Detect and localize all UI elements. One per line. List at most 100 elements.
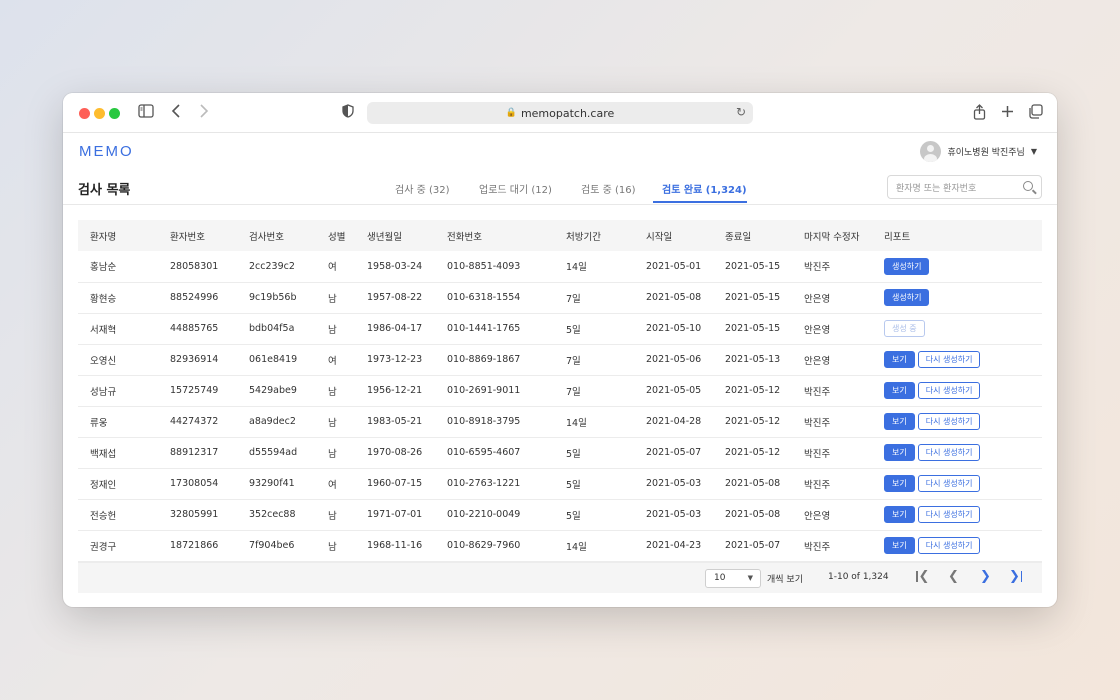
- cell-phone: 010-6318-1554: [447, 292, 521, 303]
- page-title: 검사 목록: [78, 183, 131, 198]
- active-tab-indicator: [653, 201, 747, 203]
- cell-phone: 010-1441-1765: [447, 323, 521, 334]
- tab-upload-pending[interactable]: 업로드 대기 (12): [479, 181, 552, 196]
- column-header: 환자번호: [170, 231, 205, 243]
- regenerate-report-button[interactable]: 다시 생성하기: [917, 537, 981, 554]
- cell-phone: 010-6595-4607: [447, 447, 521, 458]
- view-report-button[interactable]: 보기: [884, 537, 915, 554]
- browser-window: 🔒 memopatch.care ↻ MEMO 휴이노병원 박진주님 ▼ 검사 …: [63, 93, 1057, 607]
- tab-in-progress[interactable]: 검사 중 (32): [395, 181, 450, 196]
- rows-per-page-select[interactable]: 10 ▼: [705, 569, 761, 588]
- view-report-button[interactable]: 보기: [884, 413, 915, 430]
- table-row[interactable]: 성남규 15725749 5429abe9 남 1956-12-21 010-2691-9…: [78, 375, 1042, 406]
- cell-patient-id: 88912317: [170, 447, 219, 458]
- table-row[interactable]: 서재혁 44885765 bdb04f5a 남 1986-04-17 010-1441-1…: [78, 313, 1042, 344]
- cell-patient-name: 서재혁: [90, 324, 117, 336]
- cell-birth-date: 1973-12-23: [367, 354, 423, 365]
- address-bar[interactable]: 🔒 memopatch.care ↻: [367, 102, 753, 124]
- share-icon[interactable]: [973, 104, 986, 124]
- cell-last-editor: 박진주: [804, 417, 831, 429]
- cell-start-date: 2021-05-10: [646, 323, 702, 334]
- table-row[interactable]: 전승헌 32805991 352cec88 남 1971-07-01 010-2210-0…: [78, 499, 1042, 530]
- regenerate-report-button[interactable]: 다시 생성하기: [917, 506, 981, 523]
- chevron-down-icon: ▼: [747, 574, 753, 582]
- cell-patient-name: 백재섭: [90, 448, 117, 460]
- view-report-button[interactable]: 보기: [884, 382, 915, 399]
- zoom-window-button[interactable]: [109, 108, 120, 119]
- view-report-button[interactable]: 보기: [884, 506, 915, 523]
- last-page-icon[interactable]: ❯: [1009, 569, 1023, 585]
- rows-per-page-value: 10: [714, 573, 726, 583]
- view-report-button[interactable]: 보기: [884, 475, 915, 492]
- view-report-button[interactable]: 보기: [884, 444, 915, 461]
- cell-exam-id: 93290f41: [249, 478, 295, 489]
- user-menu[interactable]: 휴이노병원 박진주님 ▼: [920, 141, 1037, 162]
- new-tab-icon[interactable]: [1001, 104, 1014, 122]
- table-row[interactable]: 권경구 18721866 7f904be6 남 1968-11-16 010-8629-7…: [78, 530, 1042, 561]
- table-row[interactable]: 정재인 17308054 93290f41 여 1960-07-15 010-2763-1…: [78, 468, 1042, 499]
- regenerate-report-button[interactable]: 다시 생성하기: [917, 382, 981, 399]
- table-row[interactable]: 황현승 88524996 9c19b56b 남 1957-08-22 010-6318-1…: [78, 282, 1042, 313]
- cell-report: 보기 다시 생성하기: [872, 344, 1042, 375]
- table-row[interactable]: 오영신 82936914 061e8419 여 1973-12-23 010-8869-1…: [78, 344, 1042, 375]
- forward-icon[interactable]: [199, 104, 209, 122]
- cell-end-date: 2021-05-12: [725, 447, 781, 458]
- cell-last-editor: 박진주: [804, 541, 831, 553]
- first-page-icon[interactable]: ❮: [916, 569, 929, 585]
- cell-report: 보기 다시 생성하기: [872, 375, 1042, 406]
- column-header: 검사번호: [249, 231, 284, 243]
- previous-page-icon[interactable]: ❮: [948, 569, 959, 585]
- cell-patient-id: 28058301: [170, 260, 219, 272]
- sidebar-toggle-icon[interactable]: [138, 104, 154, 122]
- table-row[interactable]: 류웅 44274372 a8a9dec2 남 1983-05-21 010-8918-37…: [78, 406, 1042, 437]
- regenerate-report-button[interactable]: 다시 생성하기: [917, 475, 981, 492]
- regenerate-report-button[interactable]: 다시 생성하기: [917, 444, 981, 461]
- minimize-window-button[interactable]: [94, 108, 105, 119]
- table-row[interactable]: 홍남순 28058301 2cc239c2 여 1958-03-24 010-8851-4…: [78, 251, 1042, 282]
- search-input[interactable]: [896, 178, 1016, 200]
- create-report-button[interactable]: 생성하기: [884, 289, 930, 306]
- table-row[interactable]: 백재섭 88912317 d55594ad 남 1970-08-26 010-6595-4…: [78, 437, 1042, 468]
- cell-patient-id: 82936914: [170, 354, 219, 365]
- table-body: 홍남순 28058301 2cc239c2 여 1958-03-24 010-8851-4…: [78, 251, 1042, 561]
- cell-sex: 남: [328, 541, 337, 553]
- cell-report: 생성 중: [872, 313, 1042, 344]
- column-header: 처방기간: [566, 231, 601, 243]
- app-logo[interactable]: MEMO: [79, 143, 134, 160]
- cell-prescription-period: 14일: [566, 262, 587, 274]
- create-report-button[interactable]: 생성하기: [884, 257, 930, 275]
- regenerate-report-button[interactable]: 다시 생성하기: [917, 413, 981, 430]
- cell-end-date: 2021-05-12: [725, 385, 781, 396]
- cell-sex: 남: [328, 417, 337, 429]
- cell-start-date: 2021-05-03: [646, 478, 702, 489]
- cell-sex: 여: [328, 355, 337, 367]
- list-header: 검사 목록 검사 중 (32) 업로드 대기 (12) 검토 중 (16) 검토…: [63, 171, 1057, 205]
- search-icon[interactable]: [1023, 181, 1033, 191]
- cell-prescription-period: 7일: [566, 293, 581, 305]
- cell-last-editor: 박진주: [804, 262, 831, 274]
- cell-patient-id: 44274372: [170, 416, 219, 427]
- tab-under-review[interactable]: 검토 중 (16): [581, 181, 636, 196]
- back-icon[interactable]: [171, 104, 181, 122]
- cell-end-date: 2021-05-08: [725, 478, 781, 489]
- close-window-button[interactable]: [79, 108, 90, 119]
- tab-review-complete[interactable]: 검토 완료 (1,324): [662, 181, 747, 196]
- cell-end-date: 2021-05-15: [725, 260, 781, 272]
- cell-phone: 010-8869-1867: [447, 354, 521, 365]
- cell-end-date: 2021-05-12: [725, 416, 781, 427]
- cell-start-date: 2021-05-08: [646, 292, 702, 303]
- cell-patient-name: 황현승: [90, 293, 117, 305]
- view-report-button[interactable]: 보기: [884, 351, 915, 368]
- page-range: 1-10 of 1,324: [828, 572, 889, 582]
- cell-birth-date: 1986-04-17: [367, 323, 423, 334]
- reload-icon[interactable]: ↻: [736, 105, 746, 119]
- privacy-shield-icon[interactable]: [342, 104, 354, 122]
- rows-per-page-label: 개씩 보기: [767, 575, 803, 585]
- regenerate-report-button[interactable]: 다시 생성하기: [917, 351, 981, 368]
- cell-birth-date: 1983-05-21: [367, 416, 423, 427]
- cell-prescription-period: 7일: [566, 386, 581, 398]
- cell-start-date: 2021-05-03: [646, 509, 702, 520]
- next-page-icon[interactable]: ❯: [980, 569, 991, 585]
- cell-prescription-period: 14일: [566, 541, 587, 553]
- tab-overview-icon[interactable]: [1028, 104, 1043, 123]
